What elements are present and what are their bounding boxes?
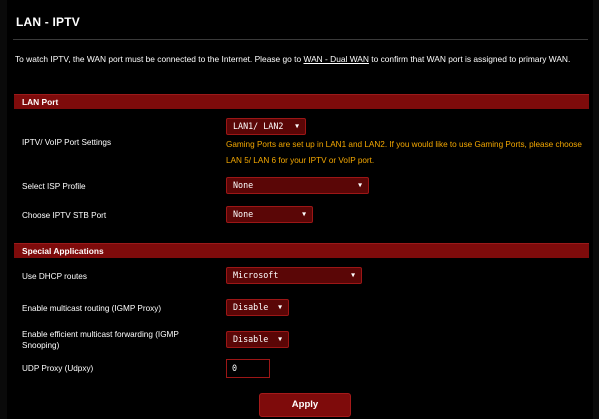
dhcp-routes-label: Use DHCP routes	[22, 272, 87, 281]
igmp-proxy-label: Enable multicast routing (IGMP Proxy)	[22, 304, 162, 313]
stb-port-value: None	[233, 209, 254, 219]
caret-down-icon: ▼	[278, 303, 282, 311]
igmp-proxy-value: Disable	[233, 302, 269, 312]
iptv-voip-port-value: LAN1/ LAN2	[233, 121, 284, 131]
wan-dual-wan-link[interactable]: WAN - Dual WAN	[303, 54, 368, 64]
caret-down-icon: ▼	[358, 181, 362, 189]
caret-down-icon: ▼	[351, 271, 355, 279]
udp-proxy-input[interactable]: 0	[226, 359, 270, 378]
page-title: LAN - IPTV	[16, 15, 80, 29]
caret-down-icon: ▼	[295, 122, 299, 130]
lan-port-section-header: LAN Port	[14, 94, 589, 109]
stb-port-label: Choose IPTV STB Port	[22, 211, 107, 220]
caret-down-icon: ▼	[278, 335, 282, 343]
caret-down-icon: ▼	[302, 210, 306, 218]
igmp-snooping-select[interactable]: Disable ▼	[226, 331, 289, 348]
iptv-voip-port-select[interactable]: LAN1/ LAN2 ▼	[226, 118, 306, 135]
description-text-start: To watch IPTV, the WAN port must be conn…	[15, 54, 304, 64]
special-applications-section-header: Special Applications	[14, 243, 589, 258]
iptv-voip-label: IPTV/ VoIP Port Settings	[22, 138, 112, 147]
page-description: To watch IPTV, the WAN port must be conn…	[15, 52, 585, 67]
dhcp-routes-select[interactable]: Microsoft ▼	[226, 267, 362, 284]
dhcp-routes-value: Microsoft	[233, 270, 279, 280]
igmp-proxy-select[interactable]: Disable ▼	[226, 299, 289, 316]
title-divider	[13, 39, 588, 40]
isp-profile-label: Select ISP Profile	[22, 182, 86, 191]
apply-button[interactable]: Apply	[259, 393, 351, 417]
isp-profile-select[interactable]: None ▼	[226, 177, 369, 194]
gaming-ports-note: Gaming Ports are set up in LAN1 and LAN2…	[226, 140, 582, 165]
udp-proxy-label: UDP Proxy (Udpxy)	[22, 364, 94, 373]
stb-port-select[interactable]: None ▼	[226, 206, 313, 223]
description-text-end: to confirm that WAN port is assigned to …	[368, 54, 571, 64]
igmp-snooping-label: Enable efficient multicast forwarding (I…	[22, 330, 179, 350]
igmp-snooping-value: Disable	[233, 334, 269, 344]
isp-profile-value: None	[233, 180, 254, 190]
